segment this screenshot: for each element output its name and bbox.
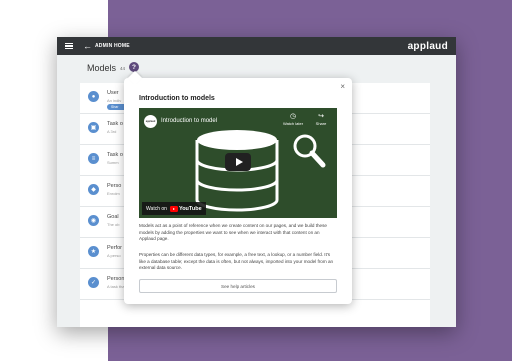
list-item-title: Perso [107, 183, 122, 189]
clock-icon: ◷ [289, 113, 297, 120]
play-button[interactable] [225, 153, 251, 171]
youtube-logo-icon [169, 205, 178, 212]
share-button[interactable]: ↪ Share [309, 112, 333, 126]
list-item-title: User [107, 90, 119, 96]
see-help-articles-button[interactable]: See help articles [139, 279, 337, 293]
watch-on-youtube-button[interactable]: Watch on YouTube [142, 202, 206, 215]
share-icon: ↪ [318, 113, 324, 120]
list-item-description: Summ [107, 160, 119, 165]
list-item-description: The ob [107, 222, 120, 227]
models-count: 44 [120, 66, 126, 71]
watch-later-label: Watch later [282, 121, 304, 126]
admin-home-link[interactable]: ADMIN HOME [95, 43, 130, 49]
modal-title: Introduction to models [139, 95, 215, 102]
list-item-description: A 3rd [107, 129, 117, 134]
play-icon [235, 158, 243, 166]
hamburger-menu-icon[interactable] [65, 42, 73, 50]
video-title[interactable]: Introduction to model [161, 118, 217, 124]
page-title: Models [87, 63, 117, 73]
star-icon: ★ [88, 246, 99, 257]
person-icon: ● [88, 91, 99, 102]
top-bar: ← ADMIN HOME applaud [57, 37, 456, 55]
properties-paragraph: Properties can be different data types, … [139, 252, 334, 271]
intro-models-popover: × Introduction to models applaud Introdu… [124, 78, 352, 304]
video-player[interactable]: applaud Introduction to model ◷ Watch la… [139, 108, 337, 218]
watch-on-label: Watch on [146, 205, 167, 212]
list-item-description: An indiv [107, 98, 122, 103]
chat-icon: ≡ [88, 153, 99, 164]
back-arrow-icon[interactable]: ← [83, 41, 92, 51]
list-item-title: Task o [107, 121, 123, 127]
list-item-description: Enrolm [107, 191, 120, 196]
list-item-title: Goal [107, 214, 119, 220]
list-item-title: Perfor [107, 245, 122, 251]
list-item-description: A perso [107, 253, 121, 258]
channel-avatar[interactable]: applaud [144, 115, 157, 128]
intro-paragraph: Models act as a point of reference when … [139, 223, 327, 242]
check-icon: ✓ [88, 277, 99, 288]
close-icon[interactable]: × [340, 83, 345, 91]
task-icon: ▣ [88, 122, 99, 133]
eye-icon: ◉ [88, 215, 99, 226]
youtube-label: YouTube [178, 205, 202, 212]
tag-icon: ◆ [88, 184, 99, 195]
list-item-title: Task o [107, 152, 123, 158]
share-label: Share [315, 121, 327, 126]
watch-later-button[interactable]: ◷ Watch later [281, 112, 305, 126]
applaud-logo: applaud [407, 40, 448, 52]
